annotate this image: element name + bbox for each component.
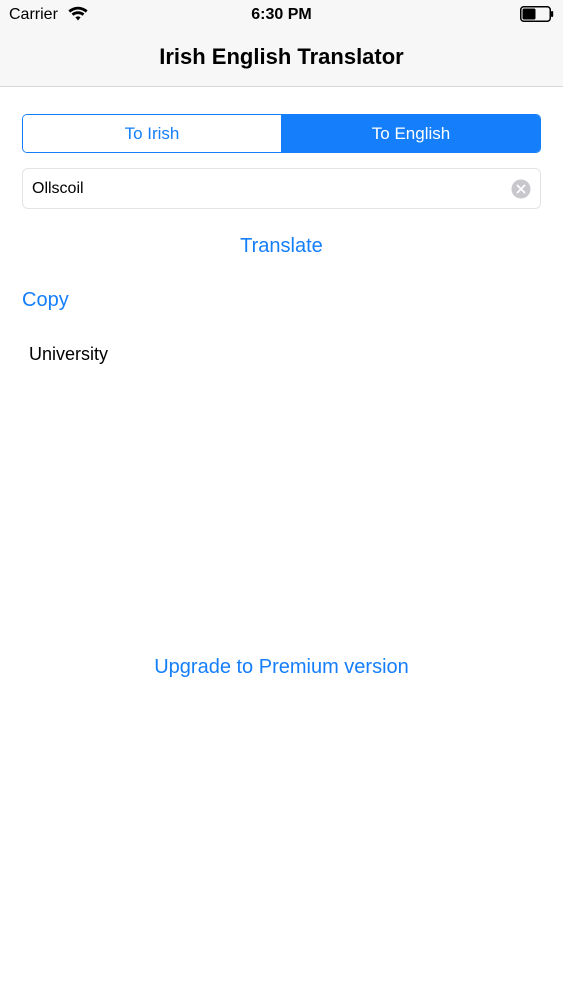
translate-button[interactable]: Translate — [0, 234, 563, 258]
upgrade-premium-button[interactable]: Upgrade to Premium version — [0, 655, 563, 679]
translation-result: University — [29, 344, 109, 364]
segment-to-irish[interactable]: To Irish — [23, 115, 281, 152]
source-text-input[interactable] — [32, 169, 502, 208]
status-time: 6:30 PM — [251, 6, 312, 23]
segment-to-english[interactable]: To English — [281, 115, 540, 152]
battery-icon — [520, 6, 554, 22]
text-field-container — [22, 168, 541, 209]
direction-segmented-control: To Irish To English — [22, 114, 541, 153]
navigation-bar: Carrier 6:30 PM Irish English Translator — [0, 0, 563, 87]
status-bar: Carrier 6:30 PM — [0, 0, 563, 30]
page-title: Irish English Translator — [159, 44, 404, 69]
copy-button[interactable]: Copy — [22, 288, 69, 312]
clear-icon[interactable] — [511, 179, 531, 199]
